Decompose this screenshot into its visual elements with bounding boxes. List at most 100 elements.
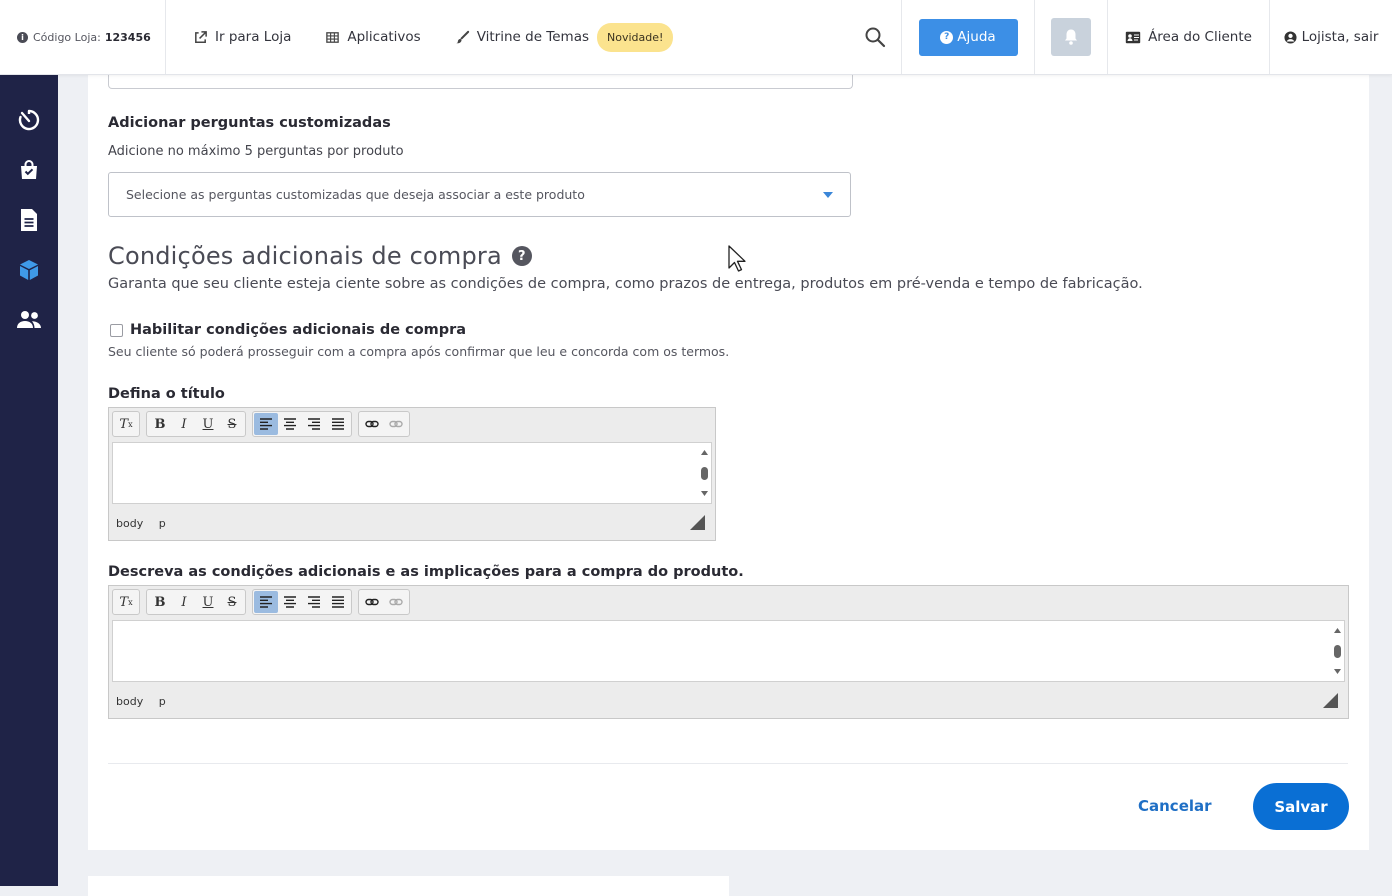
clear-format-button[interactable]: Tx [114, 591, 138, 613]
enable-conditions-row: Habilitar condições adicionais de compra [110, 322, 466, 338]
store-code-label: Código Loja: [33, 30, 101, 44]
link-button[interactable] [360, 413, 384, 435]
path-body[interactable]: body [116, 517, 143, 530]
sidebar-item-customers[interactable] [16, 307, 42, 333]
align-center-button[interactable] [278, 591, 302, 613]
path-p[interactable]: p [159, 517, 166, 530]
custom-questions-select-placeholder: Selecione as perguntas customizadas que … [126, 187, 585, 202]
unlink-button[interactable] [384, 591, 408, 613]
justify-icon [332, 418, 344, 430]
title-field-label: Defina o título [108, 386, 225, 402]
nav-go-to-store-label: Ir para Loja [215, 29, 292, 45]
link-icon [365, 420, 379, 428]
align-center-icon [284, 596, 296, 608]
sidebar-item-documents[interactable] [16, 207, 42, 233]
nav-theme-showcase[interactable]: Vitrine de Temas [455, 29, 589, 45]
enable-conditions-note: Seu cliente só poderá prosseguir com a c… [108, 344, 730, 359]
custom-questions-title: Adicionar perguntas customizadas [108, 115, 391, 131]
link-icon [365, 598, 379, 606]
title-rich-editor: Tx B I U S body p [108, 407, 716, 541]
shopping-bag-icon [21, 160, 37, 179]
strikethrough-button[interactable]: S [220, 591, 244, 613]
mouse-cursor-icon [728, 245, 746, 272]
align-right-button[interactable] [302, 413, 326, 435]
align-right-icon [308, 418, 320, 430]
sidebar-item-dashboard[interactable] [16, 107, 42, 133]
justify-button[interactable] [326, 413, 350, 435]
store-code: i Código Loja: 123456 [0, 0, 166, 74]
product-box-icon [20, 260, 38, 280]
logout-link[interactable]: Lojista, sair [1270, 0, 1392, 74]
nav-theme-showcase-label: Vitrine de Temas [476, 29, 590, 45]
top-nav: Ir para Loja Aplicativos Vitrine de Tema… [166, 0, 848, 74]
editor-toolbar: Tx B I U S [112, 411, 410, 441]
path-body[interactable]: body [116, 695, 143, 708]
path-p[interactable]: p [159, 695, 166, 708]
align-left-button[interactable] [254, 591, 278, 613]
align-left-icon [260, 418, 272, 430]
justify-button[interactable] [326, 591, 350, 613]
help-button[interactable]: ? Ajuda [918, 18, 1018, 56]
italic-button[interactable]: I [172, 413, 196, 435]
sidebar [0, 74, 58, 886]
bell-icon [1065, 29, 1077, 45]
nav-apps-label: Aplicativos [347, 29, 421, 45]
enable-conditions-label[interactable]: Habilitar condições adicionais de compra [130, 322, 466, 338]
editor-scrollbar[interactable] [1333, 625, 1342, 677]
document-icon [21, 209, 37, 231]
new-badge: Novidade! [597, 22, 674, 52]
unlink-icon [389, 420, 403, 428]
align-left-button[interactable] [254, 413, 278, 435]
product-form-card: Adicionar perguntas customizadas Adicion… [88, 60, 1369, 850]
logout-label: Lojista, sair [1301, 29, 1379, 45]
resize-handle[interactable] [1323, 693, 1338, 708]
store-code-value: 123456 [104, 30, 151, 44]
underline-button[interactable]: U [196, 591, 220, 613]
client-area-label: Área do Cliente [1148, 29, 1252, 45]
bold-button[interactable]: B [148, 413, 172, 435]
search-icon [865, 27, 885, 48]
nav-apps[interactable]: Aplicativos [325, 29, 421, 45]
align-center-button[interactable] [278, 413, 302, 435]
title-editor-content[interactable] [112, 442, 712, 504]
sidebar-item-orders[interactable] [16, 157, 42, 183]
client-area-link[interactable]: Área do Cliente [1108, 0, 1270, 74]
custom-questions-select[interactable]: Selecione as perguntas customizadas que … [108, 172, 851, 217]
italic-button[interactable]: I [172, 591, 196, 613]
align-left-icon [260, 596, 272, 608]
conditions-title-text: Condições adicionais de compra [108, 242, 502, 270]
description-editor-content[interactable] [112, 620, 1345, 682]
cancel-button[interactable]: Cancelar [1138, 797, 1212, 815]
question-help-icon[interactable]: ? [511, 246, 532, 266]
align-right-button[interactable] [302, 591, 326, 613]
clear-format-button[interactable]: Tx [114, 413, 138, 435]
unlink-icon [389, 598, 403, 606]
search-button[interactable] [848, 0, 902, 74]
save-button[interactable]: Salvar [1253, 783, 1349, 830]
editor-toolbar: Tx B I U S [112, 589, 410, 619]
notifications-area [1035, 0, 1108, 74]
caret-down-icon [823, 191, 833, 198]
enable-conditions-checkbox[interactable] [110, 323, 123, 337]
nav-go-to-store[interactable]: Ir para Loja [193, 29, 291, 45]
link-button[interactable] [360, 591, 384, 613]
brush-icon [456, 30, 469, 43]
id-card-icon [1125, 31, 1141, 43]
grid-icon [326, 31, 340, 43]
strikethrough-button[interactable]: S [220, 413, 244, 435]
top-bar: i Código Loja: 123456 Ir para Loja Aplic… [0, 0, 1392, 75]
align-center-icon [284, 418, 296, 430]
editor-scrollbar[interactable] [700, 447, 709, 499]
resize-handle[interactable] [690, 515, 705, 530]
editor-element-path: body p [116, 695, 178, 708]
custom-questions-subtitle: Adicione no máximo 5 perguntas por produ… [108, 144, 404, 159]
underline-button[interactable]: U [196, 413, 220, 435]
next-card [88, 876, 729, 896]
bold-button[interactable]: B [148, 591, 172, 613]
notifications-button[interactable] [1051, 18, 1091, 56]
sidebar-item-products[interactable] [16, 257, 42, 283]
conditions-description: Garanta que seu cliente esteja ciente so… [108, 276, 1143, 292]
divider [108, 763, 1348, 764]
customers-icon [17, 311, 41, 328]
unlink-button[interactable] [384, 413, 408, 435]
